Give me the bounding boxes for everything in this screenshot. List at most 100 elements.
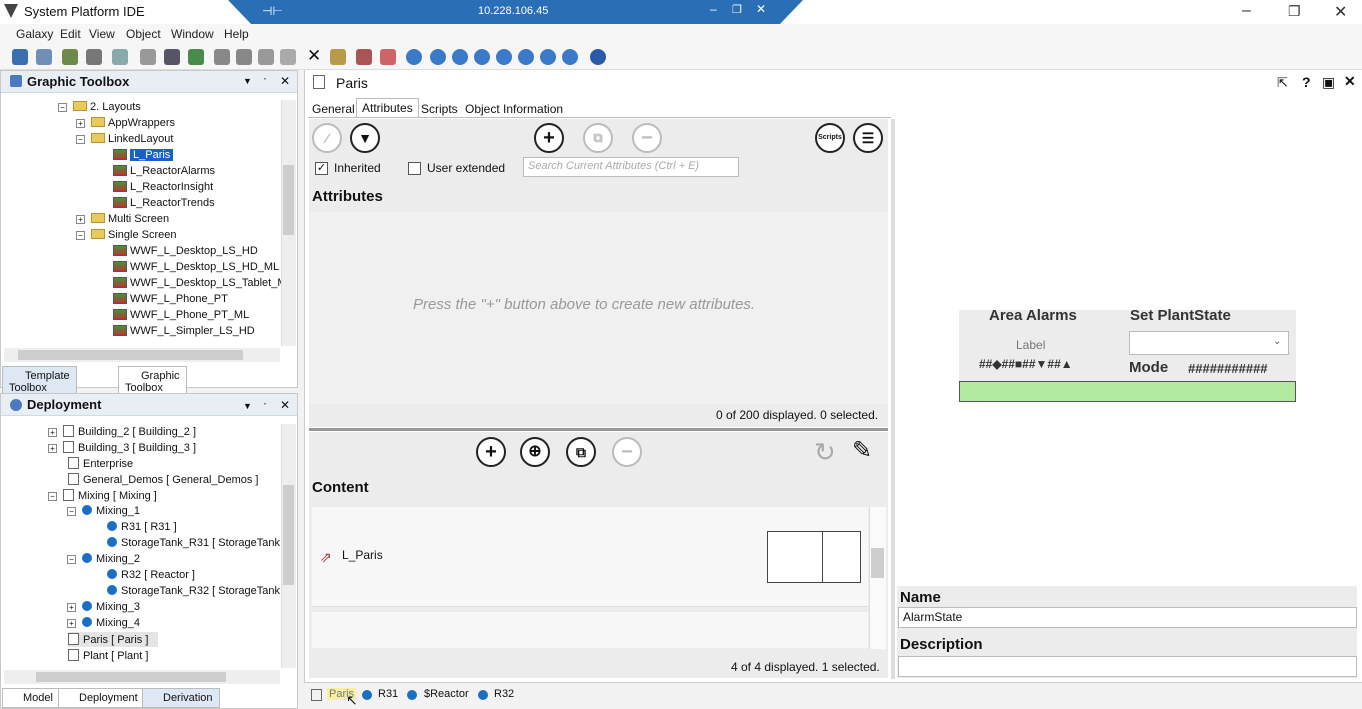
user-extended-checkbox[interactable] bbox=[408, 162, 421, 175]
tree-item[interactable]: L_ReactorAlarms bbox=[113, 165, 215, 177]
toolbar-icon[interactable] bbox=[140, 49, 156, 65]
tree-item-selected[interactable]: L_Paris bbox=[113, 149, 174, 161]
close-editor-icon[interactable]: ✕ bbox=[1344, 73, 1356, 90]
rdp-minimize-icon[interactable]: – bbox=[710, 2, 717, 16]
editor-toolbar-icon[interactable]: ⇱ bbox=[1277, 75, 1288, 91]
tree-item[interactable]: + AppWrappers bbox=[76, 117, 175, 129]
save-icon[interactable] bbox=[86, 49, 102, 65]
toolbar-icon[interactable] bbox=[36, 49, 52, 65]
pin-panel-icon[interactable]: ᛫ bbox=[262, 400, 268, 411]
toolbar-icon[interactable] bbox=[380, 49, 396, 65]
tree-item[interactable]: StorageTank_R32 [ StorageTank bbox=[107, 585, 283, 597]
tree-item[interactable]: + Building_3 [ Building_3 ] bbox=[48, 441, 196, 454]
tree-item[interactable]: WWF_L_Simpler_LS_HD bbox=[113, 325, 255, 337]
toolbar-icon[interactable] bbox=[518, 49, 534, 65]
tab-general[interactable]: General bbox=[312, 102, 355, 116]
tree-item[interactable]: + Mixing_3 bbox=[67, 601, 140, 613]
toolbar-icon[interactable] bbox=[562, 49, 578, 65]
tree-item[interactable]: Enterprise bbox=[68, 457, 133, 470]
toolbar-icon[interactable] bbox=[214, 49, 230, 65]
tree-item[interactable]: R31 [ R31 ] bbox=[107, 521, 177, 533]
breadcrumb-item[interactable]: $Reactor bbox=[424, 688, 469, 700]
description-field[interactable] bbox=[898, 656, 1357, 677]
layout-thumbnail[interactable] bbox=[767, 531, 861, 583]
toolbar-icon[interactable] bbox=[236, 49, 252, 65]
tree-item[interactable]: WWF_L_Desktop_LS_HD_ML bbox=[113, 261, 279, 273]
toolbar-icon[interactable] bbox=[12, 49, 28, 65]
panel-dropdown-icon[interactable]: ▼ bbox=[243, 76, 252, 86]
content-item[interactable]: L_Paris bbox=[342, 548, 383, 562]
tree-item[interactable]: L_ReactorTrends bbox=[113, 197, 215, 209]
scripts-button[interactable]: Scripts bbox=[815, 123, 845, 153]
close-panel-icon[interactable]: ✕ bbox=[280, 398, 290, 412]
panel-dropdown-icon[interactable]: ▼ bbox=[243, 401, 252, 411]
tab-object-information[interactable]: Object Information bbox=[465, 102, 563, 116]
edit-attribute-button[interactable]: ⁄ bbox=[312, 123, 342, 153]
tree-item[interactable]: WWF_L_Desktop_LS_Tablet_M bbox=[113, 277, 281, 289]
tree-item[interactable]: WWF_L_Phone_PT bbox=[113, 293, 228, 305]
inherited-checkbox[interactable]: ✓ bbox=[315, 162, 328, 175]
save-close-icon[interactable]: ▣ bbox=[1322, 74, 1335, 91]
tree-item[interactable]: − Mixing [ Mixing ] bbox=[48, 489, 157, 502]
menu-view[interactable]: View bbox=[89, 27, 115, 41]
rdp-restore-icon[interactable]: ❐ bbox=[732, 3, 742, 16]
vertical-divider[interactable] bbox=[891, 119, 895, 679]
duplicate-attribute-button[interactable]: ⧉ bbox=[583, 123, 613, 153]
tab-attributes[interactable]: Attributes bbox=[356, 98, 419, 117]
toolbar-icon[interactable] bbox=[474, 49, 490, 65]
tab-scripts[interactable]: Scripts bbox=[421, 102, 458, 116]
toolbar-icon[interactable] bbox=[258, 49, 274, 65]
maximize-icon[interactable]: ❐ bbox=[1288, 3, 1301, 20]
filter-button[interactable]: ▼ bbox=[350, 123, 380, 153]
close-icon[interactable]: ✕ bbox=[1334, 2, 1347, 22]
tree-item[interactable]: Plant [ Plant ] bbox=[68, 649, 148, 662]
scroll-thumb[interactable] bbox=[283, 165, 294, 235]
tab-model[interactable]: Model bbox=[2, 688, 60, 708]
tab-deployment[interactable]: Deployment bbox=[58, 688, 145, 708]
pencil-icon[interactable]: ✎ bbox=[852, 436, 872, 465]
scroll-thumb[interactable] bbox=[36, 672, 226, 682]
toolbar-icon[interactable] bbox=[164, 49, 180, 65]
toolbar-icon[interactable] bbox=[430, 49, 446, 65]
breadcrumb-item[interactable]: R31 bbox=[378, 688, 398, 700]
add-linked-content-button[interactable]: ⊕ bbox=[520, 437, 550, 467]
toolbar-icon[interactable] bbox=[280, 49, 296, 65]
scroll-thumb[interactable] bbox=[283, 485, 294, 585]
tree-item[interactable]: − LinkedLayout bbox=[76, 133, 173, 145]
tree-item[interactable]: − Mixing_1 bbox=[67, 505, 140, 517]
help-icon[interactable]: ? bbox=[1302, 74, 1311, 90]
toolbar-icon[interactable] bbox=[406, 49, 422, 65]
pin-icon[interactable]: ⊣⊢ bbox=[262, 4, 283, 18]
toolbar-icon[interactable] bbox=[452, 49, 468, 65]
chevron-down-icon[interactable]: ⌄ bbox=[1273, 336, 1281, 347]
menu-galaxy[interactable]: Galaxy bbox=[16, 27, 53, 41]
minimize-icon[interactable]: – bbox=[1242, 2, 1251, 20]
refresh-icon[interactable]: ↻ bbox=[814, 437, 836, 468]
rdp-close-icon[interactable]: ✕ bbox=[756, 2, 766, 16]
add-content-button[interactable]: + bbox=[476, 437, 506, 467]
name-field[interactable]: AlarmState bbox=[898, 607, 1357, 628]
breadcrumb-item[interactable]: R32 bbox=[494, 688, 514, 700]
menu-object[interactable]: Object bbox=[126, 27, 161, 41]
add-attribute-button[interactable]: + bbox=[534, 123, 564, 153]
toolbar-icon[interactable] bbox=[62, 49, 78, 65]
remove-attribute-button[interactable]: − bbox=[632, 123, 662, 153]
tree-item[interactable]: − Mixing_2 bbox=[67, 553, 140, 565]
help-icon[interactable] bbox=[590, 49, 606, 65]
scroll-thumb[interactable] bbox=[871, 548, 884, 578]
menu-window[interactable]: Window bbox=[171, 27, 214, 41]
menu-help[interactable]: Help bbox=[224, 27, 249, 41]
tree-item[interactable]: + Building_2 [ Building_2 ] bbox=[48, 425, 196, 438]
toolbar-icon[interactable] bbox=[112, 49, 128, 65]
remove-content-button[interactable]: − bbox=[612, 437, 642, 467]
toolbar-icon[interactable] bbox=[330, 49, 346, 65]
toolbar-icon[interactable] bbox=[540, 49, 556, 65]
splitter[interactable] bbox=[309, 428, 888, 431]
plantstate-dropdown[interactable] bbox=[1129, 331, 1289, 355]
toolbar-icon[interactable] bbox=[188, 49, 204, 65]
tree-item[interactable]: − Single Screen bbox=[76, 229, 177, 241]
tree-item[interactable]: + Multi Screen bbox=[76, 213, 169, 225]
tree-item-selected[interactable]: Paris [ Paris ] bbox=[68, 632, 159, 647]
tab-derivation[interactable]: Derivation bbox=[142, 688, 220, 708]
tree-item[interactable]: −2. Layouts bbox=[58, 101, 141, 113]
